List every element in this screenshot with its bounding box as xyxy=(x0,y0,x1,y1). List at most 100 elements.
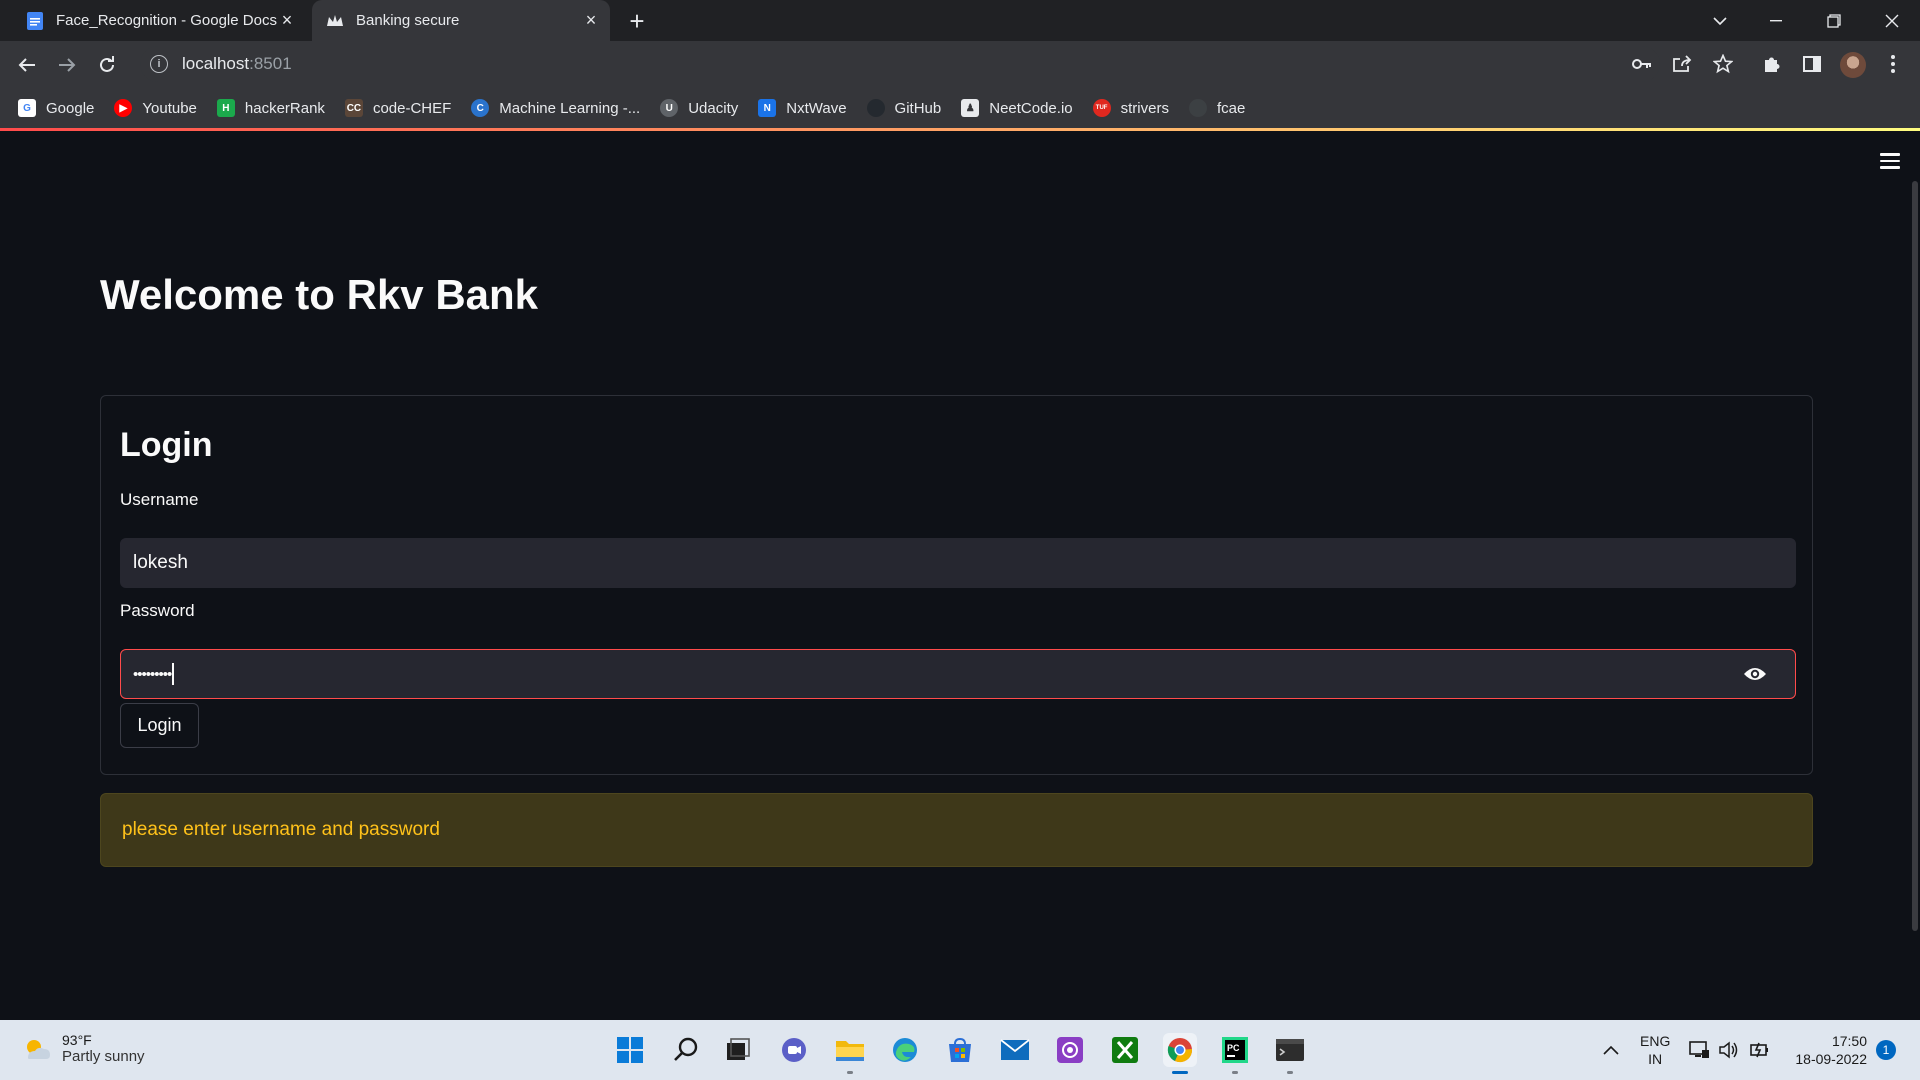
tab-title: Banking secure xyxy=(356,12,460,29)
partly-sunny-icon xyxy=(22,1036,52,1062)
scrollbar[interactable] xyxy=(1912,181,1918,931)
address-bar[interactable]: i localhost:8501 xyxy=(140,46,1660,82)
password-input[interactable]: ••••••••• xyxy=(120,649,1796,699)
google-docs-icon xyxy=(26,11,44,30)
windows-start-icon[interactable] xyxy=(613,1033,647,1067)
bookmark-item[interactable]: HhackerRank xyxy=(216,99,325,117)
profile-avatar[interactable] xyxy=(1840,52,1866,78)
edge-icon[interactable] xyxy=(888,1033,922,1067)
youtube-icon: ▶ xyxy=(114,99,133,117)
reload-button[interactable] xyxy=(92,50,122,80)
terminal-icon[interactable] xyxy=(1273,1033,1307,1074)
password-label: Password xyxy=(120,601,195,620)
google-icon: G xyxy=(18,99,36,117)
xbox-icon[interactable] xyxy=(1108,1033,1142,1067)
tab-banking-secure[interactable]: Banking secure × xyxy=(312,0,610,41)
language-indicator[interactable]: ENG IN xyxy=(1640,1032,1670,1068)
tuf-icon: TUF xyxy=(1092,99,1111,117)
forward-button[interactable] xyxy=(52,50,82,80)
hackerrank-icon: H xyxy=(216,99,235,117)
warning-text: please enter username and password xyxy=(122,819,440,840)
bookmark-label: hackerRank xyxy=(244,99,325,117)
address-port: :8501 xyxy=(249,54,292,73)
clock-time: 17:50 xyxy=(1831,1033,1867,1049)
reload-icon xyxy=(100,56,114,72)
task-view-icon[interactable] xyxy=(721,1033,755,1067)
bookmark-item[interactable]: N NxtWave xyxy=(758,99,847,117)
clock-date: 18-09-2022 xyxy=(1795,1051,1867,1067)
eye-icon[interactable] xyxy=(1743,665,1767,683)
language-line1: ENG xyxy=(1640,1033,1671,1049)
bookmark-item[interactable]: ▶ Youtube xyxy=(114,99,197,117)
udacity-icon: U xyxy=(660,99,679,117)
bookmark-item[interactable]: ♟ NeetCode.io xyxy=(961,99,1073,117)
tab-title: Face_Recognition - Google Docs xyxy=(56,12,277,29)
battery-icon[interactable] xyxy=(1742,1033,1776,1067)
bookmark-item[interactable]: fcae xyxy=(1188,99,1246,117)
share-icon[interactable] xyxy=(1669,51,1695,77)
notification-badge[interactable]: 1 xyxy=(1876,1040,1896,1060)
username-label: Username xyxy=(120,490,199,509)
text-caret xyxy=(172,663,175,685)
chevron-down-icon xyxy=(1713,16,1727,25)
streamlit-crown-icon xyxy=(326,12,344,30)
bookmark-label: GitHub xyxy=(894,99,942,117)
tab-search-button[interactable] xyxy=(1692,0,1748,41)
bookmark-label: NeetCode.io xyxy=(989,99,1073,117)
site-info-icon[interactable]: i xyxy=(150,55,168,73)
tab-strip: Face_Recognition - Google Docs × Banking… xyxy=(0,0,1920,41)
neetcode-icon: ♟ xyxy=(961,99,980,117)
windows-taskbar: 93°F Partly sunny PC ENG IN 17:50 18-09-… xyxy=(0,1020,1920,1080)
volume-icon[interactable] xyxy=(1712,1033,1746,1067)
bookmark-item[interactable]: GitHub xyxy=(866,99,942,117)
photos-icon[interactable] xyxy=(1053,1033,1087,1067)
bookmark-label: strivers xyxy=(1120,99,1169,117)
close-window-button[interactable] xyxy=(1864,0,1920,41)
streamlit-page: Welcome to Rkv Bank Login Username lokes… xyxy=(0,131,1920,1020)
bookmark-item[interactable]: U Udacity xyxy=(660,99,738,117)
restore-button[interactable] xyxy=(1806,0,1862,41)
system-clock[interactable]: 17:50 18-09-2022 xyxy=(1785,1032,1867,1068)
chevron-up-icon[interactable] xyxy=(1594,1033,1628,1067)
username-input[interactable]: lokesh xyxy=(120,538,1796,588)
minimize-button[interactable] xyxy=(1748,0,1804,41)
login-button[interactable]: Login xyxy=(120,703,199,748)
extensions-puzzle-icon[interactable] xyxy=(1759,51,1785,77)
new-tab-button[interactable]: + xyxy=(624,6,650,36)
weather-widget[interactable]: 93°F Partly sunny xyxy=(22,1032,145,1065)
bookmark-label: fcae xyxy=(1216,99,1246,117)
bookmark-item[interactable]: TUF strivers xyxy=(1092,99,1169,117)
chrome-icon[interactable] xyxy=(1163,1033,1197,1074)
arrow-right-icon xyxy=(59,58,76,72)
mail-icon[interactable] xyxy=(998,1033,1032,1067)
coursera-icon: C xyxy=(471,99,490,117)
weather-condition: Partly sunny xyxy=(62,1048,145,1065)
file-explorer-icon[interactable] xyxy=(833,1033,867,1074)
bookmarks-bar: G Google ▶ Youtube HhackerRank CC code-CHEF C Ma… xyxy=(0,88,1920,128)
microsoft-store-icon[interactable] xyxy=(943,1033,977,1067)
hamburger-menu-icon[interactable] xyxy=(1880,153,1900,169)
bookmark-item[interactable]: G Google xyxy=(18,99,94,117)
network-icon[interactable] xyxy=(1682,1033,1716,1067)
bookmark-label: Google xyxy=(46,99,95,117)
pycharm-icon[interactable]: PC xyxy=(1218,1033,1252,1074)
side-panel-icon[interactable] xyxy=(1799,51,1825,77)
page-title: Welcome to Rkv Bank xyxy=(100,271,539,318)
bookmark-item[interactable]: CC code-CHEF xyxy=(344,99,451,117)
arrow-left-icon xyxy=(18,58,35,72)
tab-google-docs[interactable]: Face_Recognition - Google Docs × xyxy=(16,0,306,41)
close-icon[interactable]: × xyxy=(278,10,296,30)
close-icon[interactable]: × xyxy=(582,10,600,30)
search-icon[interactable] xyxy=(669,1033,703,1067)
weather-temp: 93°F xyxy=(62,1032,92,1048)
bookmark-label: Youtube xyxy=(142,99,197,117)
bookmark-label: Machine Learning -... xyxy=(499,99,641,117)
more-menu-icon[interactable] xyxy=(1880,51,1906,77)
language-line2: IN xyxy=(1648,1051,1663,1067)
password-key-icon[interactable] xyxy=(1629,51,1655,77)
teams-chat-icon[interactable] xyxy=(777,1033,811,1067)
bookmark-star-icon[interactable] xyxy=(1710,51,1736,77)
back-button[interactable] xyxy=(12,50,42,80)
bookmark-item[interactable]: C Machine Learning -... xyxy=(471,99,640,117)
bookmark-label: Udacity xyxy=(688,99,739,117)
